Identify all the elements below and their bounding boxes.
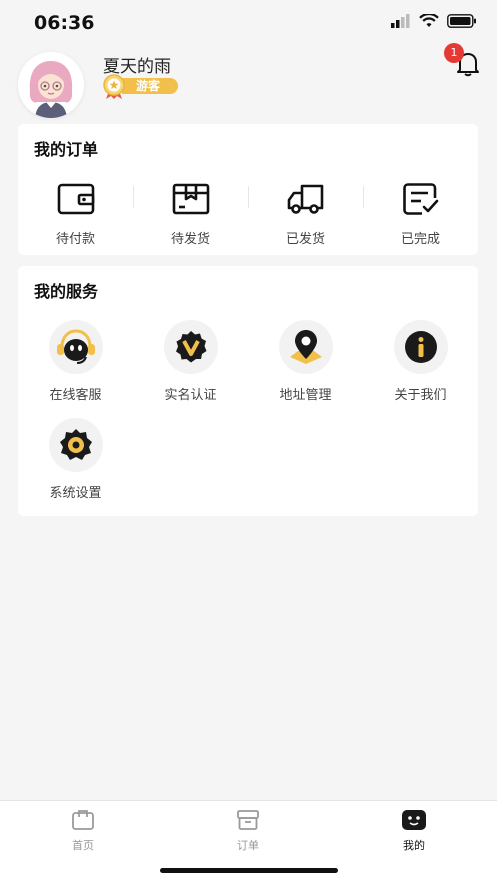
customer-service-icon (56, 329, 95, 364)
service-icon-circle (393, 320, 448, 374)
star-medal-icon (103, 74, 125, 99)
guest-badge: 游客 (101, 74, 181, 102)
tab-orders-label: 订单 (237, 839, 259, 852)
service-about-us-label: 关于我们 (394, 388, 447, 403)
service-system-settings[interactable]: 系统设置 (18, 418, 133, 501)
gear-icon (59, 429, 92, 460)
order-pending-payment-label: 待付款 (55, 232, 95, 247)
status-bar: 06:36 (0, 0, 497, 46)
service-online-support[interactable]: 在线客服 (18, 320, 133, 403)
avatar-girl-icon (18, 52, 84, 118)
service-icon-circle (48, 418, 103, 472)
order-shipped[interactable]: 已发货 (248, 182, 363, 247)
tab-me[interactable]: 我的 (364, 809, 464, 853)
wifi-icon (419, 14, 439, 27)
services-card: 我的服务 在线客服 实名认证 地址管理 关于我们 系统设置 (18, 266, 478, 516)
service-icon-circle (163, 320, 218, 374)
service-online-support-label: 在线客服 (49, 388, 102, 403)
order-box-icon (237, 810, 259, 830)
truck-icon (287, 184, 323, 214)
tab-home[interactable]: 首页 (33, 809, 133, 853)
signal-icon (391, 14, 410, 28)
order-pending-shipment[interactable]: 待发货 (133, 182, 248, 247)
tab-orders[interactable]: 订单 (198, 809, 298, 853)
service-system-settings-label: 系统设置 (49, 486, 102, 501)
order-pending-payment[interactable]: 待付款 (18, 182, 133, 247)
status-time: 06:36 (34, 12, 95, 34)
orders-title: 我的订单 (34, 140, 99, 159)
order-completed-label: 已完成 (400, 232, 440, 247)
avatar[interactable] (18, 52, 84, 118)
order-pending-shipment-label: 待发货 (170, 232, 210, 247)
location-pin-icon (289, 330, 322, 364)
service-icon-circle (278, 320, 333, 374)
service-address-management[interactable]: 地址管理 (248, 320, 363, 403)
notification-count-badge: 1 (444, 43, 464, 63)
guest-badge-label: 游客 (122, 78, 178, 94)
tab-me-label: 我的 (403, 839, 425, 852)
order-shipped-label: 已发货 (285, 232, 325, 247)
battery-icon (447, 14, 476, 28)
service-about-us[interactable]: 关于我们 (363, 320, 478, 403)
profile-face-icon (402, 810, 426, 830)
services-title: 我的服务 (34, 282, 99, 301)
service-icon-circle (48, 320, 103, 374)
completed-list-icon (402, 183, 438, 215)
order-completed[interactable]: 已完成 (363, 182, 478, 247)
info-icon (404, 331, 437, 363)
profile-header: 夏天的雨 游客 1 (0, 43, 497, 120)
package-icon (172, 183, 209, 215)
service-address-management-label: 地址管理 (279, 388, 332, 403)
orders-card: 我的订单 待付款 待发货 已发货 已完成 (18, 124, 478, 255)
wallet-icon (57, 183, 94, 215)
status-icons (391, 14, 477, 28)
service-real-name-verify-label: 实名认证 (164, 388, 217, 403)
home-indicator (160, 868, 338, 873)
tab-home-label: 首页 (72, 839, 94, 852)
service-real-name-verify[interactable]: 实名认证 (133, 320, 248, 403)
home-icon (72, 810, 94, 830)
verified-v-icon (175, 331, 206, 363)
